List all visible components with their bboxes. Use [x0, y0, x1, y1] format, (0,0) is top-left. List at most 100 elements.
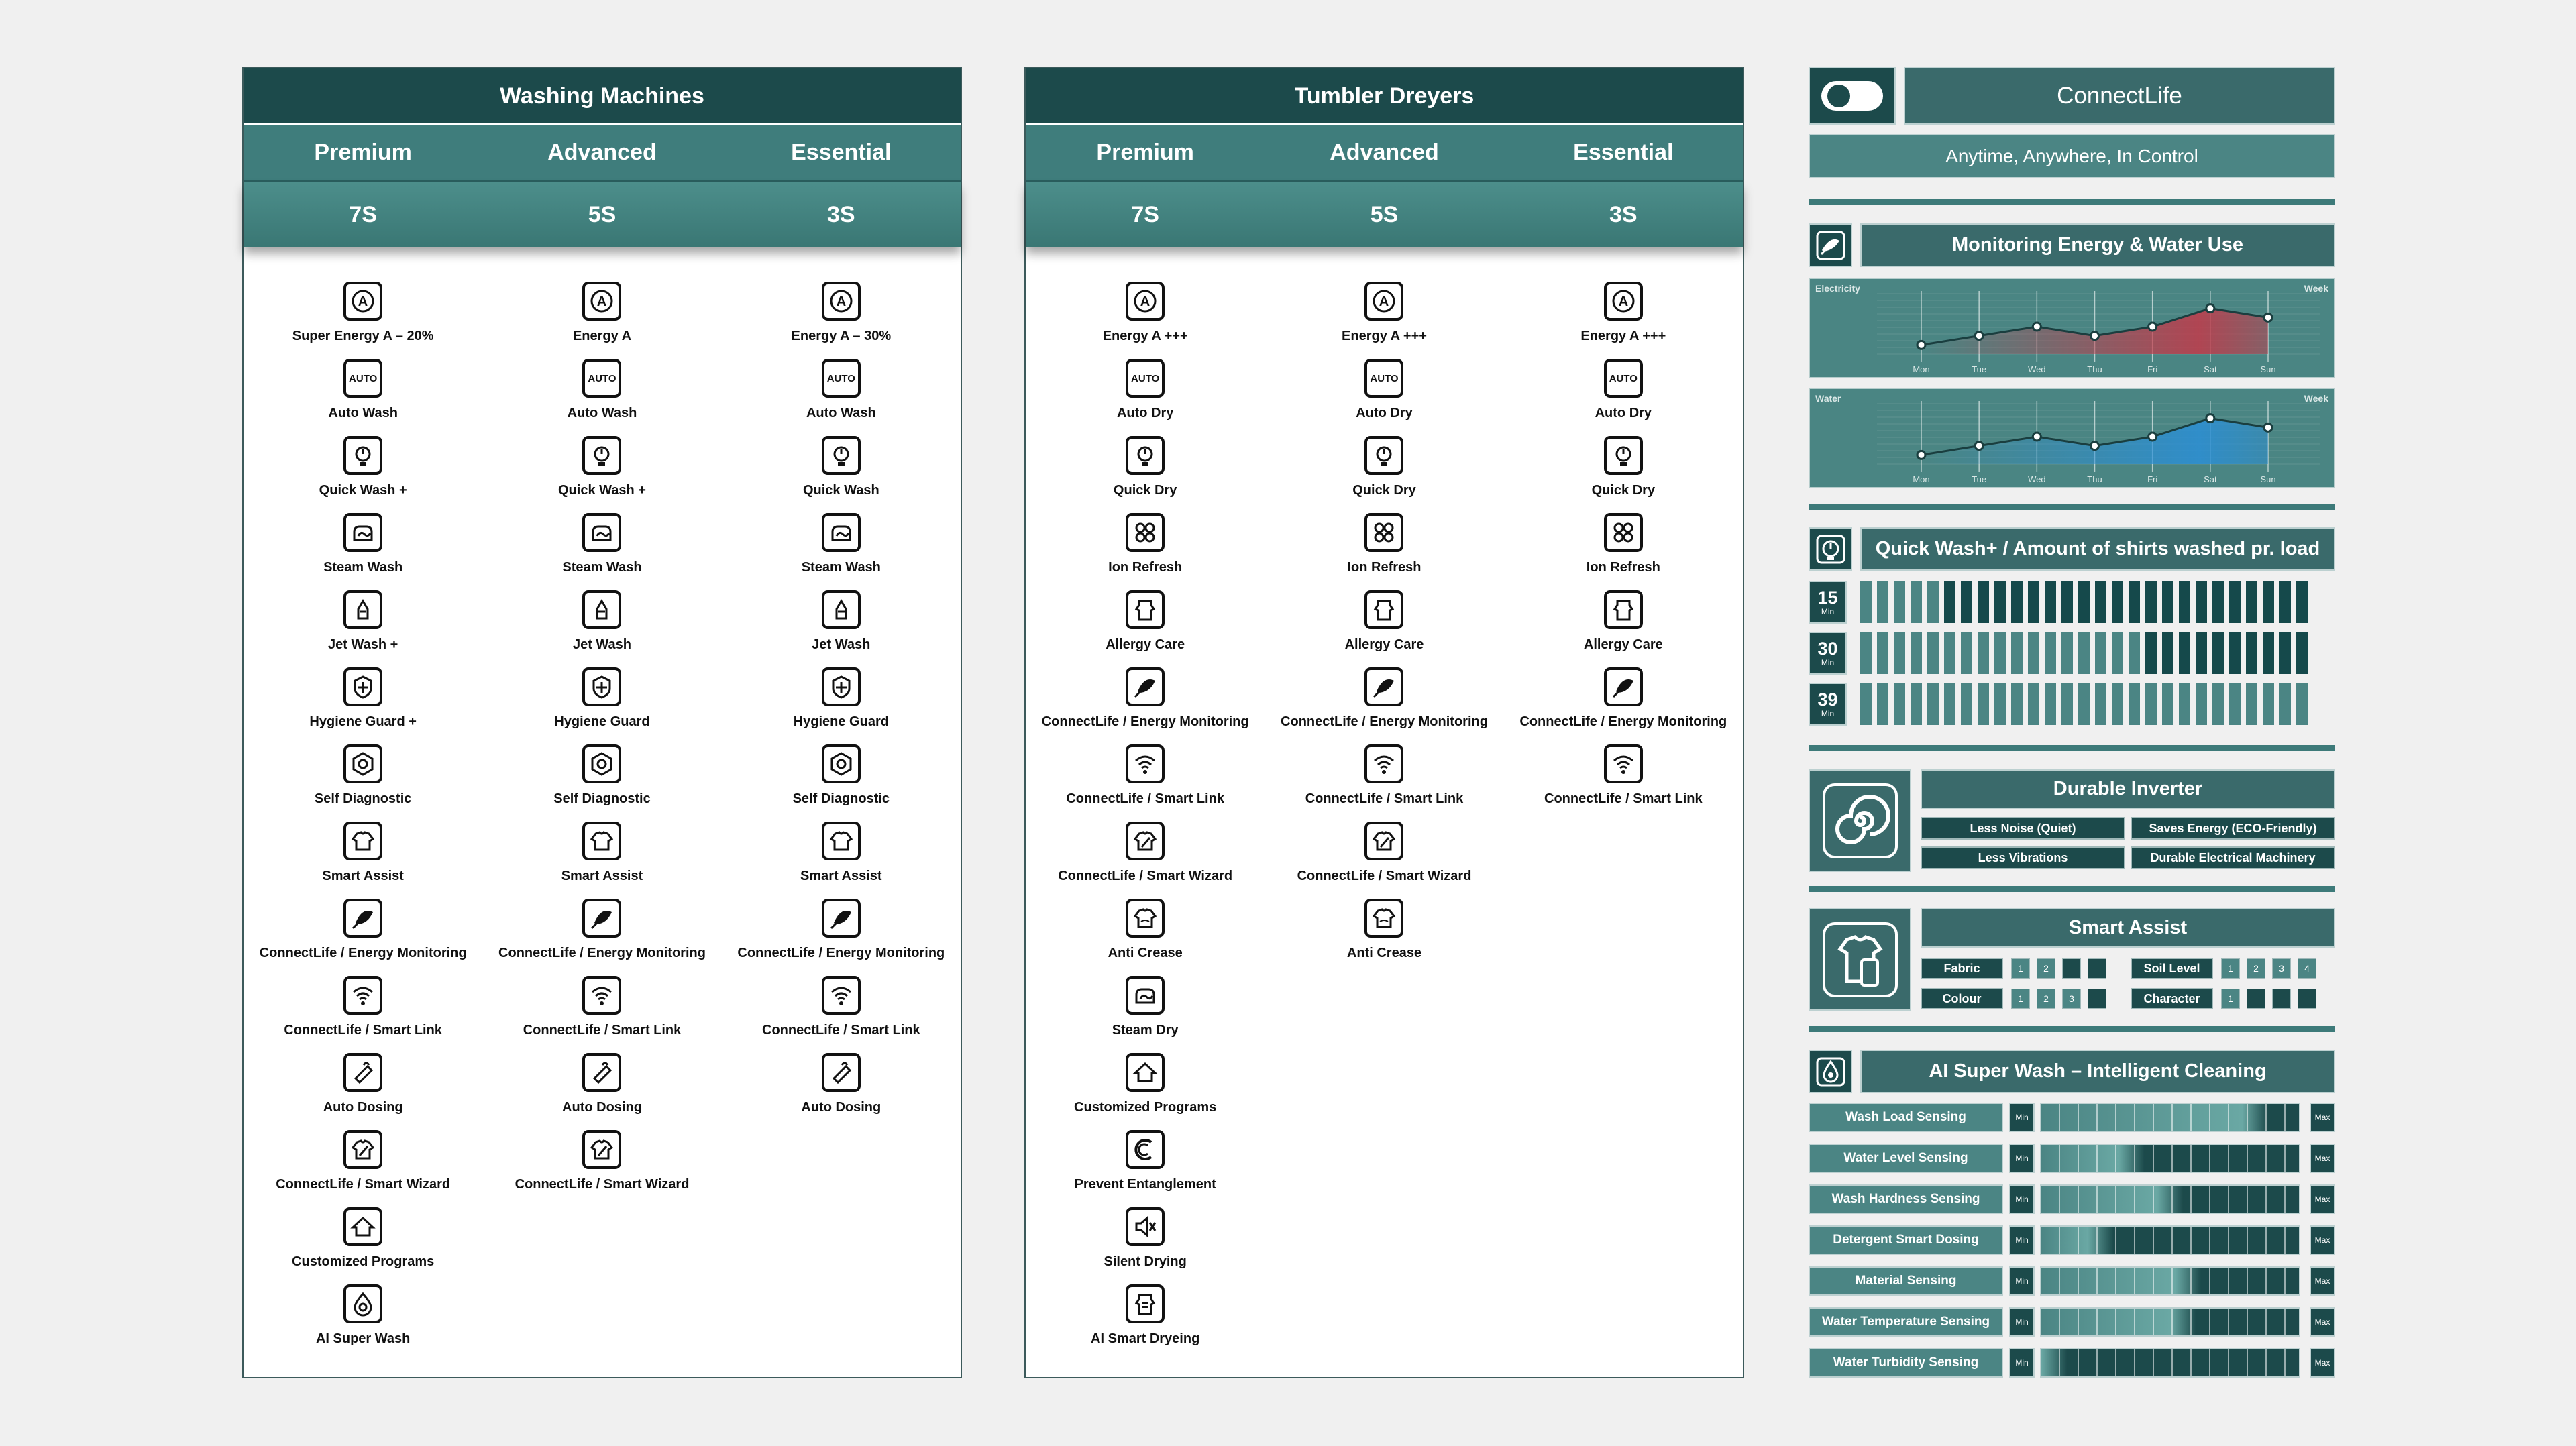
- svg-text:A: A: [1379, 294, 1389, 309]
- feature-item: AUTO Auto Wash: [568, 355, 637, 432]
- data-point: [1974, 331, 1984, 341]
- feature-label: Customized Programs: [1074, 1100, 1217, 1115]
- wifi-icon: [1603, 744, 1643, 783]
- drop-icon: [1809, 1050, 1852, 1093]
- minutes-badge: 15 Min: [1809, 581, 1847, 624]
- dryer-advanced-features: A Energy A +++ AUTO Auto Dry Quick Dry Ion Re…: [1265, 278, 1503, 1357]
- feature-item: Quick Wash +: [558, 432, 646, 509]
- level-box: [2298, 989, 2316, 1009]
- feature-label: Steam Wash: [801, 560, 881, 575]
- dryer-premium-features: A Energy A +++ AUTO Auto Dry Quick Dry Ion Re…: [1026, 278, 1265, 1357]
- auto-programme-icon: AUTO: [1126, 359, 1165, 398]
- max-label: Max: [2310, 1184, 2335, 1214]
- feature-item: Auto Dosing: [562, 1049, 642, 1126]
- shirt-icon: [821, 822, 861, 860]
- feature-item: AI Super Wash: [316, 1280, 410, 1357]
- sensor-meter: [2040, 1144, 2300, 1173]
- feature-label: Anti Crease: [1108, 946, 1183, 960]
- level-box: 4: [2298, 958, 2316, 979]
- auto-programme-icon: AUTO: [582, 359, 622, 398]
- steam-icon: [343, 513, 383, 552]
- feature-item: A Energy A +++: [1103, 278, 1188, 355]
- shirt-stripe: [1927, 581, 1939, 623]
- shirt-stripe: [2078, 632, 2090, 674]
- feature-item: ConnectLife / Smart Wizard: [1297, 818, 1471, 895]
- day-tick-label: Sun: [2260, 474, 2276, 484]
- smart-assist-title: Smart Assist: [1921, 908, 2335, 948]
- feature-item: Anti Crease: [1108, 895, 1183, 972]
- feature-label: Hygiene Guard: [793, 714, 889, 729]
- feature-label: ConnectLife / Smart Wizard: [1058, 869, 1233, 883]
- day-tick-label: Wed: [2028, 364, 2046, 374]
- shirt-stripe: [2145, 632, 2157, 674]
- feature-item: Steam Wash: [323, 509, 402, 586]
- data-point: [1916, 339, 1927, 350]
- allergy-icon: [1126, 590, 1165, 629]
- feature-item: ConnectLife / Smart Link: [1544, 740, 1703, 818]
- shirt-stripe: [2162, 632, 2174, 674]
- feature-label: ConnectLife / Energy Monitoring: [1281, 714, 1488, 729]
- sensor-meter: [2040, 1348, 2300, 1378]
- data-point: [2031, 321, 2042, 332]
- shirt-stripe: [1927, 632, 1939, 674]
- feature-item: ConnectLife / Smart Link: [523, 972, 681, 1049]
- feature-item: Auto Dosing: [801, 1049, 881, 1126]
- shirt-count-bar: [1860, 683, 2308, 725]
- energy-icon: A: [582, 282, 622, 321]
- tier-essential: Essential: [791, 140, 892, 165]
- feature-label: Steam Wash: [562, 560, 642, 575]
- feature-item: Hygiene Guard: [554, 663, 650, 740]
- shirt-stripe: [2296, 581, 2308, 623]
- wifi-icon: [343, 976, 383, 1015]
- minutes-value: 15: [1817, 587, 1838, 608]
- day-tick-label: Sun: [2260, 364, 2276, 374]
- shirt-stripe: [1978, 683, 1989, 725]
- sensor-level-fill: [2041, 1349, 2299, 1376]
- divider: [1809, 745, 2335, 751]
- minutes-unit: Min: [1821, 708, 1835, 718]
- feature-label: ConnectLife / Energy Monitoring: [737, 946, 945, 960]
- sensor-label: Wash Hardness Sensing: [1809, 1184, 2003, 1214]
- day-tick-label: Sat: [2204, 474, 2217, 484]
- shirt-stripe: [2246, 683, 2257, 725]
- max-label: Max: [2310, 1307, 2335, 1337]
- shirt-stripe: [1961, 683, 1972, 725]
- benefit-durable-machinery: Durable Electrical Machinery: [2131, 846, 2335, 869]
- shirt-stripe: [2162, 581, 2174, 623]
- shirt-stripe: [1877, 632, 1888, 674]
- allergy-icon: [1364, 590, 1404, 629]
- shirt-stripe: [1944, 581, 1955, 623]
- energy-monitoring-icon: [1126, 667, 1165, 706]
- monitoring-title: Monitoring Energy & Water Use: [1860, 223, 2335, 267]
- shirt-stripe: [2246, 632, 2257, 674]
- day-tick-label: Mon: [1913, 364, 1930, 374]
- shirt-stripe: [1961, 581, 1972, 623]
- tier-premium: Premium: [314, 140, 412, 165]
- feature-label: Auto Dry: [1356, 406, 1413, 421]
- wizard-icon: [343, 1130, 383, 1169]
- sensor-label: Water Temperature Sensing: [1809, 1307, 2003, 1337]
- max-label: Max: [2310, 1144, 2335, 1173]
- allergy-icon: [1603, 590, 1643, 629]
- feature-label: Quick Dry: [1352, 483, 1416, 498]
- feature-item: Self Diagnostic: [793, 740, 890, 818]
- energy-monitoring-icon: [582, 899, 622, 938]
- feature-label: Energy A – 30%: [791, 329, 892, 343]
- day-tick-label: Tue: [1972, 474, 1987, 484]
- quickwash-title: Quick Wash+ / Amount of shirts washed pr…: [1860, 527, 2335, 571]
- ion-icon: [1364, 513, 1404, 552]
- quick-timer-icon: [582, 436, 622, 475]
- tumble-dryers-title: Tumbler Dreyers: [1026, 68, 1743, 125]
- feature-label: Energy A: [572, 329, 632, 343]
- shirt-stripe: [2061, 683, 2073, 725]
- shirt-stripe: [1860, 632, 1872, 674]
- feature-item: AUTO Auto Dry: [1117, 355, 1173, 432]
- feature-item: Steam Dry: [1112, 972, 1179, 1049]
- feature-label: AI Super Wash: [315, 1331, 411, 1346]
- feature-label: Auto Wash: [328, 406, 398, 421]
- sensor-meter: [2040, 1225, 2300, 1255]
- sensor-level-fill: [2041, 1145, 2299, 1172]
- shirt-stripe: [2179, 581, 2190, 623]
- feature-label: ConnectLife / Energy Monitoring: [498, 946, 706, 960]
- shirt-stripe: [1894, 683, 1905, 725]
